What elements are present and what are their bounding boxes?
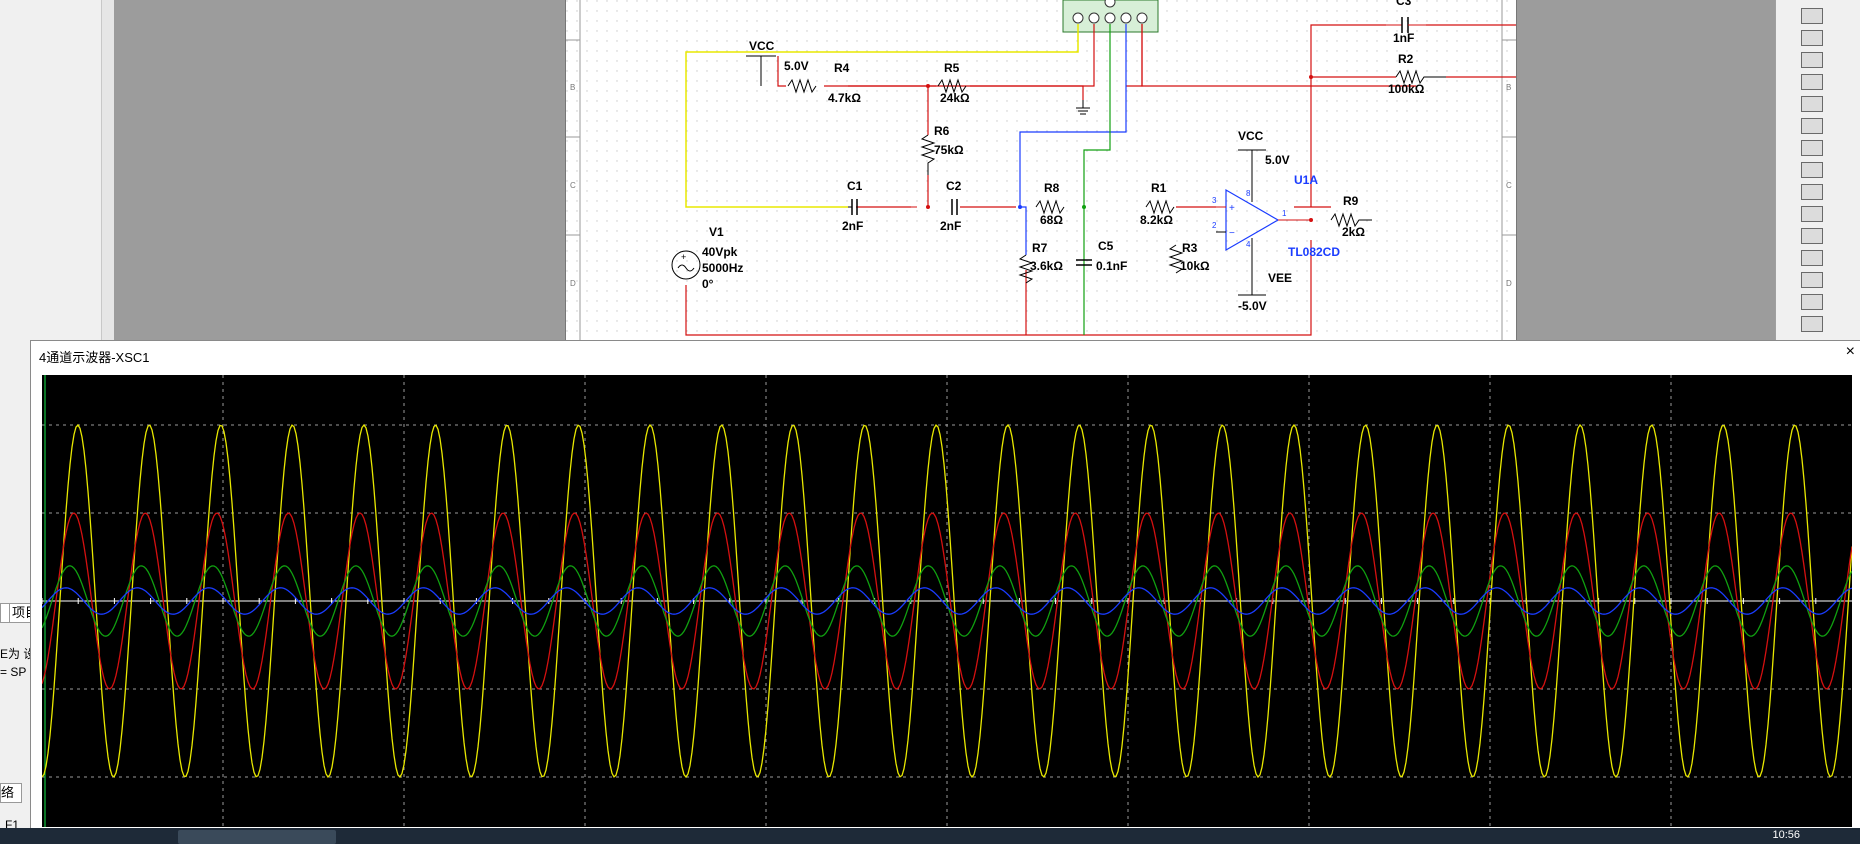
r9-value: 2kΩ <box>1342 225 1365 239</box>
toolbar-button-1[interactable] <box>1801 8 1823 24</box>
vee-label: VEE <box>1268 271 1292 285</box>
opamp-pin1: 1 <box>1282 209 1287 218</box>
toolbar-button-14[interactable] <box>1801 294 1823 310</box>
v1-plus-sign: + <box>681 252 686 262</box>
r5-label: R5 <box>944 61 960 75</box>
toolbar-button-9[interactable] <box>1801 184 1823 200</box>
close-icon[interactable]: × <box>1846 343 1855 361</box>
r3-value: 10kΩ <box>1180 259 1210 273</box>
oscilloscope-screen[interactable] <box>42 375 1852 827</box>
toolbar-button-13[interactable] <box>1801 272 1823 288</box>
vcc-top-label: VCC <box>749 39 775 53</box>
r4-value: 4.7kΩ <box>828 91 861 105</box>
opamp-plus: + <box>1229 203 1235 214</box>
toolbar-button-4[interactable] <box>1801 74 1823 90</box>
r1-label: R1 <box>1151 181 1167 195</box>
c1-value: 2nF <box>842 219 863 233</box>
r8-label: R8 <box>1044 181 1060 195</box>
oscilloscope-window[interactable]: 4通道示波器-XSC1 × <box>30 340 1860 830</box>
waveform-display <box>42 375 1852 827</box>
r6-value: 75kΩ <box>934 143 964 157</box>
border-label-c-left: C <box>570 181 576 190</box>
schematic-canvas: B C D B C D VCC 5.0V R4 4.7kΩ R5 24kΩ R6… <box>566 0 1576 340</box>
r2-label: R2 <box>1398 52 1414 66</box>
panel-tab-network[interactable]: 络 <box>0 783 22 803</box>
r4-label: R4 <box>834 61 850 75</box>
opamp-pin8: 8 <box>1246 189 1251 198</box>
opamp-minus: − <box>1229 228 1235 239</box>
c3-value: 1nF <box>1393 31 1414 45</box>
border-label-d-right: D <box>1506 279 1512 288</box>
toolbar-button-10[interactable] <box>1801 206 1823 222</box>
oscilloscope-window-title: 4通道示波器-XSC1 <box>39 350 150 365</box>
vcc-opamp-label: VCC <box>1238 129 1264 143</box>
vee-value: -5.0V <box>1238 299 1267 313</box>
r7-label: R7 <box>1032 241 1048 255</box>
r5-value: 24kΩ <box>940 91 970 105</box>
schematic-sheet[interactable]: B C D B C D VCC 5.0V R4 4.7kΩ R5 24kΩ R6… <box>565 0 1576 340</box>
taskbar-app-button[interactable] <box>178 830 336 844</box>
c1-label: C1 <box>847 179 863 193</box>
u1a-part: TL082CD <box>1288 245 1340 259</box>
border-label-d-left: D <box>570 279 576 288</box>
toolbar-button-6[interactable] <box>1801 118 1823 134</box>
panel-text-line-2: = SP <box>0 665 27 679</box>
toolbar-button-15[interactable] <box>1801 316 1823 332</box>
toolbar-button-3[interactable] <box>1801 52 1823 68</box>
vcc-opamp-value: 5.0V <box>1265 153 1290 167</box>
instrument-toolbar <box>1775 0 1860 340</box>
r6-label: R6 <box>934 124 950 138</box>
r1-value: 8.2kΩ <box>1140 213 1173 227</box>
vcc-top-value: 5.0V <box>784 59 809 73</box>
r8-value: 68Ω <box>1040 213 1063 227</box>
v1-amplitude: 40Vpk <box>702 245 738 259</box>
taskbar: 10:56 <box>0 828 1860 844</box>
r9-label: R9 <box>1343 194 1359 208</box>
c3-label: C3 <box>1396 0 1412 8</box>
toolbar-button-11[interactable] <box>1801 228 1823 244</box>
v1-label: V1 <box>709 225 724 239</box>
c5-value: 0.1nF <box>1096 259 1127 273</box>
v1-frequency: 5000Hz <box>702 261 743 275</box>
toolbar-button-5[interactable] <box>1801 96 1823 112</box>
r7-value: 3.6kΩ <box>1030 259 1063 273</box>
opamp-pin2: 2 <box>1212 221 1217 230</box>
border-label-b-left: B <box>570 83 575 92</box>
border-label-b-right: B <box>1506 83 1511 92</box>
toolbar-button-12[interactable] <box>1801 250 1823 266</box>
r2-value: 100kΩ <box>1388 82 1425 96</box>
r3-label: R3 <box>1182 241 1198 255</box>
toolbar-button-2[interactable] <box>1801 30 1823 46</box>
opamp-pin3: 3 <box>1212 196 1217 205</box>
c2-value: 2nF <box>940 219 961 233</box>
border-label-c-right: C <box>1506 181 1512 190</box>
u1a-label: U1A <box>1294 173 1318 187</box>
taskbar-clock: 10:56 <box>1772 829 1800 841</box>
toolbar-button-8[interactable] <box>1801 162 1823 178</box>
toolbar-button-7[interactable] <box>1801 140 1823 156</box>
opamp-pin4: 4 <box>1246 240 1251 249</box>
c2-label: C2 <box>946 179 962 193</box>
c5-label: C5 <box>1098 239 1114 253</box>
left-panel-frame <box>101 0 114 340</box>
v1-phase: 0° <box>702 277 714 291</box>
